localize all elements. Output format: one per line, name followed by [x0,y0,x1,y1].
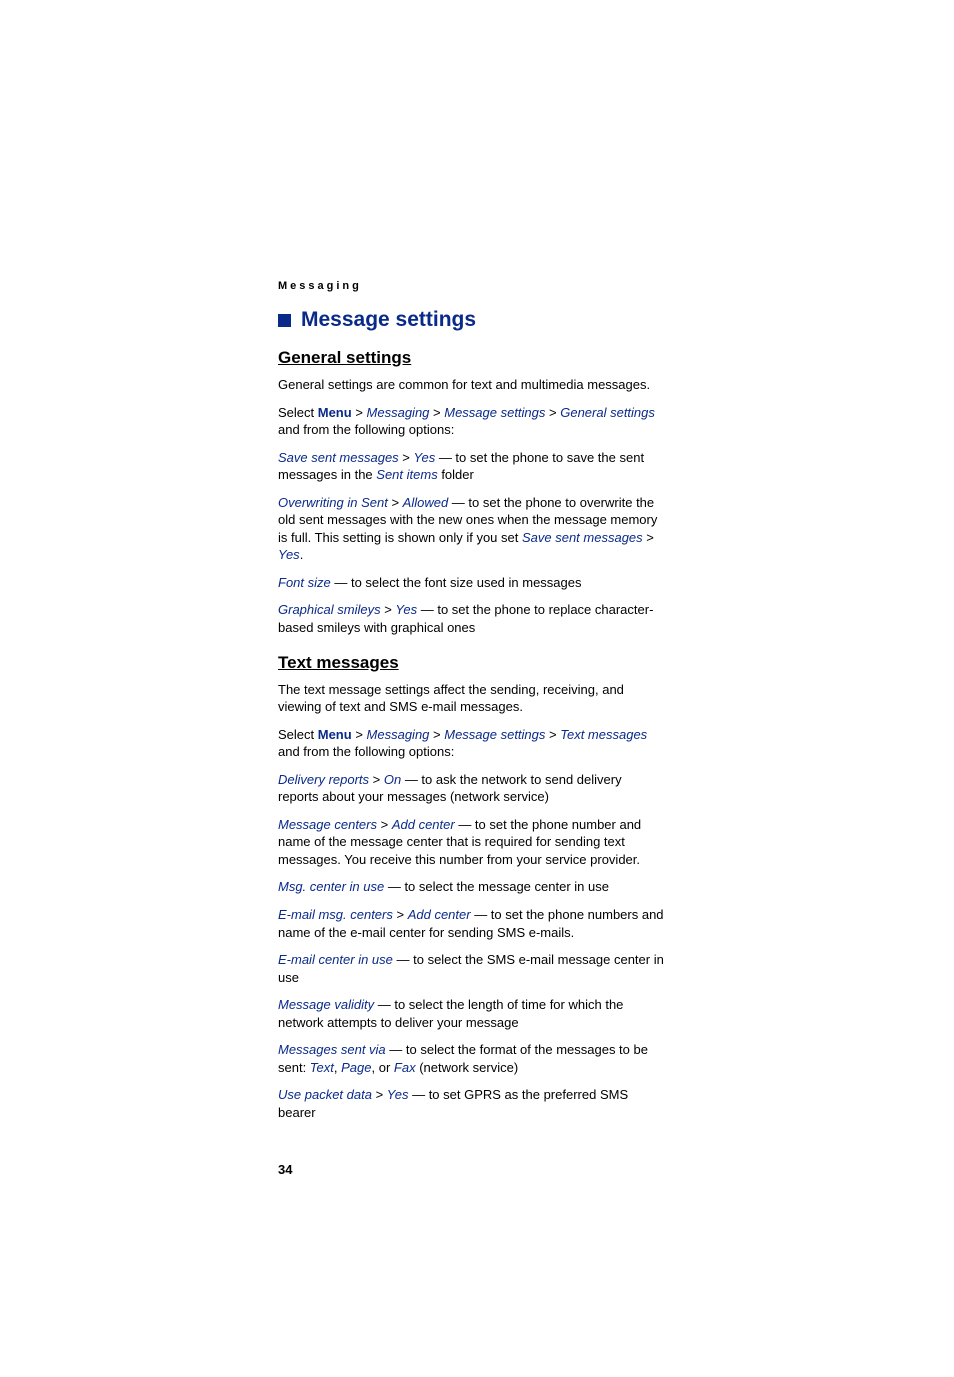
option-link: Save sent messages [522,530,643,545]
option-link: E-mail msg. centers [278,907,393,922]
separator: > [393,907,408,922]
section-heading: Message settings [301,308,476,332]
option-link: Yes [395,602,417,617]
menu-link: Menu [318,405,352,420]
text: (network service) [416,1060,519,1075]
nav-link: General settings [560,405,655,420]
text: and from the following options: [278,744,454,759]
option-item: Messages sent via — to select the format… [278,1041,664,1076]
text: — to select the font size used in messag… [331,575,582,590]
option-item: Use packet data > Yes — to set GPRS as t… [278,1086,664,1121]
separator: > [545,405,560,420]
option-item: Overwriting in Sent > Allowed — to set t… [278,494,664,564]
option-link: Overwriting in Sent [278,495,388,510]
text: folder [438,467,474,482]
separator: > [369,772,384,787]
option-link: Add center [408,907,471,922]
option-link: On [384,772,401,787]
separator: > [545,727,560,742]
separator: > [352,727,367,742]
text: — to select the message center in use [384,879,609,894]
option-link: Use packet data [278,1087,372,1102]
option-link: Allowed [403,495,449,510]
paragraph: Select Menu > Messaging > Message settin… [278,726,664,761]
option-item: E-mail msg. centers > Add center — to se… [278,906,664,941]
text: and from the following options: [278,422,454,437]
option-link: Yes [278,547,300,562]
option-link: Yes [387,1087,409,1102]
option-link: Text [310,1060,334,1075]
option-link: Fax [394,1060,416,1075]
nav-link: Message settings [444,727,545,742]
square-bullet-icon [278,314,291,327]
option-item: Msg. center in use — to select the messa… [278,878,664,896]
text: Select [278,405,318,420]
text: Select [278,727,318,742]
option-link: Message validity [278,997,374,1012]
separator: > [377,817,392,832]
subheading-general: General settings [278,348,664,368]
separator: > [352,405,367,420]
nav-link: Text messages [560,727,647,742]
option-link: Save sent messages [278,450,399,465]
option-link: Msg. center in use [278,879,384,894]
text: , or [372,1060,394,1075]
paragraph: The text message settings affect the sen… [278,681,664,716]
option-item: Font size — to select the font size used… [278,574,664,592]
separator: > [429,727,444,742]
option-link: Yes [414,450,436,465]
separator: > [429,405,444,420]
option-item: Message validity — to select the length … [278,996,664,1031]
option-link: Message centers [278,817,377,832]
running-header: Messaging [278,280,664,292]
nav-link: Message settings [444,405,545,420]
option-link: Page [341,1060,371,1075]
separator: > [372,1087,387,1102]
option-link: Messages sent via [278,1042,386,1057]
document-page: Messaging Message settings General setti… [0,0,954,1377]
option-item: Delivery reports > On — to ask the netwo… [278,771,664,806]
option-link: E-mail center in use [278,952,393,967]
option-item: E-mail center in use — to select the SMS… [278,951,664,986]
option-link: Font size [278,575,331,590]
nav-link: Messaging [367,405,430,420]
text: . [300,547,304,562]
separator: > [399,450,414,465]
nav-link: Messaging [367,727,430,742]
paragraph: Select Menu > Messaging > Message settin… [278,404,664,439]
page-number: 34 [278,1162,664,1177]
option-item: Graphical smileys > Yes — to set the pho… [278,601,664,636]
paragraph: General settings are common for text and… [278,376,664,394]
option-link: Add center [392,817,455,832]
option-link: Delivery reports [278,772,369,787]
section-heading-row: Message settings [278,308,664,332]
separator: > [643,530,654,545]
subheading-text-messages: Text messages [278,653,664,673]
option-item: Message centers > Add center — to set th… [278,816,664,869]
option-link: Graphical smileys [278,602,381,617]
separator: > [388,495,403,510]
separator: > [381,602,396,617]
menu-link: Menu [318,727,352,742]
option-item: Save sent messages > Yes — to set the ph… [278,449,664,484]
option-link: Sent items [376,467,437,482]
